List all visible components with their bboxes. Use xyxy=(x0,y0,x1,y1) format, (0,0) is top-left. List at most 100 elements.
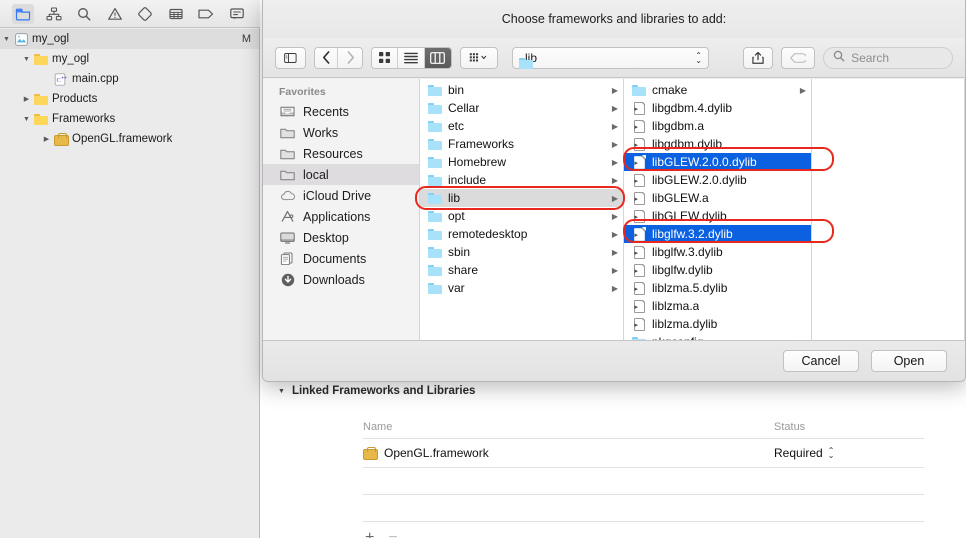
browser-row[interactable]: ▸ liblzma.dylib xyxy=(624,315,811,333)
browser-row[interactable]: ▸ libgdbm.dylib xyxy=(624,135,811,153)
browser-column-1[interactable]: bin ▶ Cellar ▶ etc ▶ Frameworks ▶ Homebrew ▶ … xyxy=(420,79,624,341)
cancel-button[interactable]: Cancel xyxy=(783,350,859,372)
browser-row[interactable]: include ▶ xyxy=(420,171,623,189)
browser-row[interactable]: Frameworks ▶ xyxy=(420,135,623,153)
browser-row[interactable]: opt ▶ xyxy=(420,207,623,225)
search-input[interactable]: Search xyxy=(823,46,953,69)
disclosure-triangle-down-icon[interactable]: ▼ xyxy=(0,36,13,43)
forward-button[interactable] xyxy=(338,47,363,68)
disclosure-arrow-icon[interactable]: ▶ xyxy=(612,140,618,149)
tree-row-opengl-framework[interactable]: ▶ OpenGL.framework xyxy=(0,129,259,149)
browser-row[interactable]: ▸ libgdbm.4.dylib xyxy=(624,99,811,117)
list-view-button[interactable] xyxy=(398,47,425,68)
browser-row[interactable]: Cellar ▶ xyxy=(420,99,623,117)
disclosure-arrow-icon[interactable]: ▶ xyxy=(612,284,618,293)
browser-row[interactable]: ▸ liblzma.a xyxy=(624,297,811,315)
browser-row[interactable]: etc ▶ xyxy=(420,117,623,135)
browser-row[interactable]: var ▶ xyxy=(420,279,623,297)
disclosure-arrow-icon[interactable]: ▶ xyxy=(612,230,618,239)
path-popup-button[interactable]: lib ⌃ ⌄ xyxy=(512,46,709,69)
sidebar-item-recents[interactable]: Recents xyxy=(263,101,419,122)
browser-row[interactable]: sbin ▶ xyxy=(420,243,623,261)
table-row[interactable]: OpenGL.framework Required ⌃ ⌄ xyxy=(363,439,924,467)
disclosure-arrow-icon[interactable]: ▶ xyxy=(612,122,618,131)
issue-navigator-icon[interactable] xyxy=(104,4,126,24)
tree-row-project[interactable]: ▼ my_ogl M xyxy=(0,29,259,49)
linked-frameworks-header[interactable]: ▼ Linked Frameworks and Libraries xyxy=(278,385,946,397)
browser-column-3[interactable] xyxy=(812,79,965,341)
browser-row-libglew-2-0-0-dylib[interactable]: ▸ libGLEW.2.0.0.dylib xyxy=(624,153,811,171)
sidebar-item-works[interactable]: Works xyxy=(263,122,419,143)
project-navigator-icon[interactable] xyxy=(12,3,35,24)
report-navigator-icon[interactable] xyxy=(226,4,248,24)
group-arrange-button[interactable] xyxy=(459,46,498,69)
tree-row-group-my-ogl[interactable]: ▼ my_ogl xyxy=(0,49,259,69)
disclosure-triangle-down-icon[interactable]: ▼ xyxy=(20,116,33,123)
symbol-navigator-icon[interactable] xyxy=(73,4,95,24)
browser-row[interactable]: share ▶ xyxy=(420,261,623,279)
share-button[interactable] xyxy=(743,46,773,69)
browser-row[interactable]: ▸ libGLEW.dylib xyxy=(624,207,811,225)
project-tree[interactable]: ▼ my_ogl M ▼ my_ogl C ++ main.cpp ▶ Prod… xyxy=(0,29,259,538)
browser-row[interactable]: ▸ liblzma.5.dylib xyxy=(624,279,811,297)
add-framework-button[interactable]: + xyxy=(365,529,374,538)
disclosure-arrow-icon[interactable]: ▶ xyxy=(612,194,618,203)
sidebar-item-desktop[interactable]: Desktop xyxy=(263,227,419,248)
tree-row-frameworks[interactable]: ▼ Frameworks xyxy=(0,109,259,129)
browser-row[interactable]: ▸ libGLEW.2.0.dylib xyxy=(624,171,811,189)
browser-row[interactable]: ▸ libglfw.3.dylib xyxy=(624,243,811,261)
test-navigator-icon[interactable] xyxy=(134,4,156,24)
source-control-navigator-icon[interactable] xyxy=(43,4,65,24)
status-cell[interactable]: Required ⌃ ⌄ xyxy=(774,446,924,460)
row-label: libgdbm.dylib xyxy=(652,137,723,151)
row-label: etc xyxy=(448,119,465,133)
disclosure-arrow-icon[interactable]: ▶ xyxy=(612,104,618,113)
sidebar-item-applications[interactable]: Applications xyxy=(263,206,419,227)
browser-row[interactable]: remotedesktop ▶ xyxy=(420,225,623,243)
disclosure-arrow-icon[interactable]: ▶ xyxy=(612,266,618,275)
browser-row[interactable]: bin ▶ xyxy=(420,81,623,99)
navigation-segmented-control[interactable] xyxy=(313,46,364,69)
browser-column-2[interactable]: cmake ▶ ▸ libgdbm.4.dylib ▸ libgdbm.a ▸ libg… xyxy=(624,79,812,341)
disclosure-arrow-icon[interactable]: ▶ xyxy=(612,212,618,221)
disclosure-triangle-right-icon[interactable]: ▶ xyxy=(20,95,33,103)
sidebar-item-local[interactable]: local xyxy=(263,164,419,185)
browser-row-libglfw-3-2-dylib[interactable]: ▸ libglfw.3.2.dylib xyxy=(624,225,811,243)
view-mode-segmented-control[interactable] xyxy=(371,46,452,69)
open-button[interactable]: Open xyxy=(871,350,947,372)
column-view-button[interactable] xyxy=(424,47,451,68)
disclosure-triangle-right-icon[interactable]: ▶ xyxy=(40,135,53,143)
debug-navigator-icon[interactable] xyxy=(165,4,187,24)
tag-button[interactable] xyxy=(781,46,816,69)
disclosure-arrow-icon[interactable]: ▶ xyxy=(800,86,806,95)
breakpoint-navigator-icon[interactable] xyxy=(195,4,217,24)
disclosure-arrow-icon[interactable]: ▶ xyxy=(612,86,618,95)
tree-row-products[interactable]: ▶ Products xyxy=(0,89,259,109)
sidebar-item-documents[interactable]: Documents xyxy=(263,248,419,269)
browser-row[interactable]: ▸ libGLEW.a xyxy=(624,189,811,207)
remove-framework-button[interactable]: − xyxy=(388,529,397,538)
browser-row[interactable]: ▸ libglfw.dylib xyxy=(624,261,811,279)
disclosure-triangle-down-icon[interactable]: ▼ xyxy=(20,56,33,63)
browser-row[interactable]: ▸ libgdbm.a xyxy=(624,117,811,135)
sidebar-toggle-button[interactable] xyxy=(275,46,306,69)
empty-row xyxy=(363,495,924,521)
browser-row[interactable]: cmake ▶ xyxy=(624,81,811,99)
disclosure-arrow-icon[interactable]: ▶ xyxy=(612,176,618,185)
sidebar-item-icloud-drive[interactable]: iCloud Drive xyxy=(263,185,419,206)
disclosure-arrow-icon[interactable]: ▶ xyxy=(612,158,618,167)
browser-row[interactable]: Homebrew ▶ xyxy=(420,153,623,171)
disclosure-triangle-down-icon[interactable]: ▼ xyxy=(278,388,285,395)
tree-row-main-cpp[interactable]: C ++ main.cpp xyxy=(0,69,259,89)
icon-view-button[interactable] xyxy=(372,47,399,68)
stepper-icon[interactable]: ⌃ ⌄ xyxy=(828,447,835,460)
status-value: Required xyxy=(774,446,823,460)
back-button[interactable] xyxy=(314,47,339,68)
search-placeholder: Search xyxy=(851,50,890,65)
browser-row-lib[interactable]: lib ▶ xyxy=(420,189,623,207)
sheet-footer: Cancel Open xyxy=(263,340,965,381)
sidebar-item-downloads[interactable]: Downloads xyxy=(263,269,419,290)
sidebar-item-resources[interactable]: Resources xyxy=(263,143,419,164)
disclosure-arrow-icon[interactable]: ▶ xyxy=(612,248,618,257)
stepper-icon[interactable]: ⌃ ⌄ xyxy=(695,51,702,64)
